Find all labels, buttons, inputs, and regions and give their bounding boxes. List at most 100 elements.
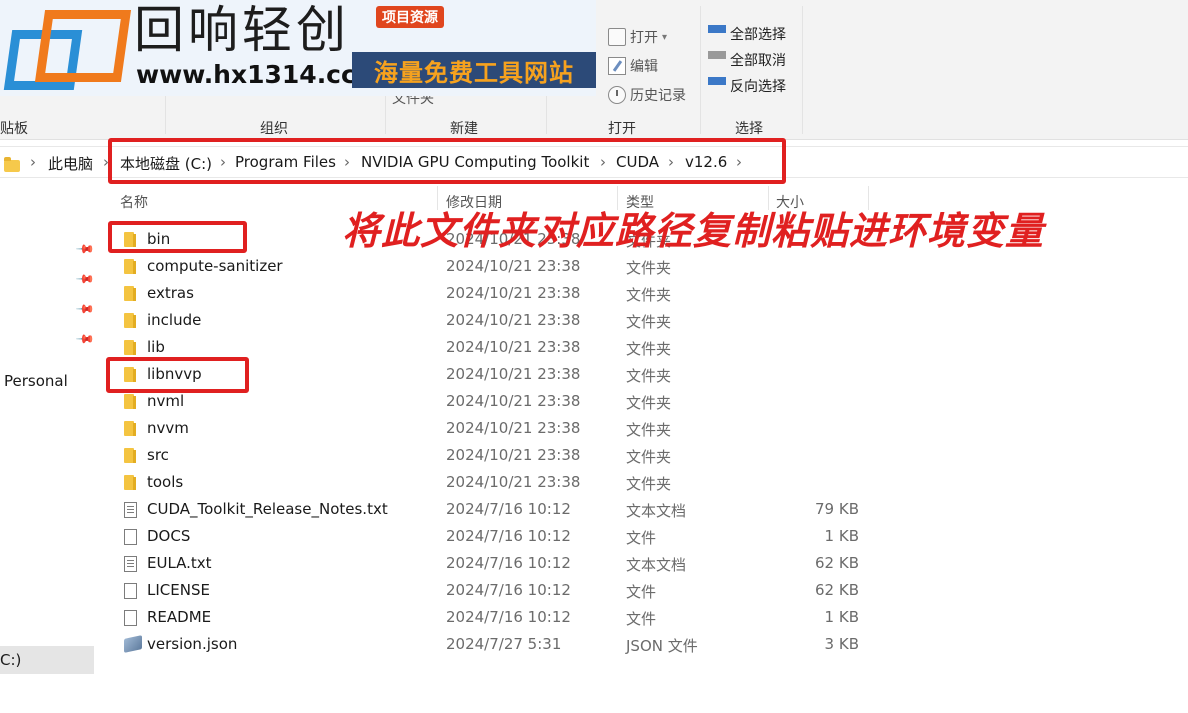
file-row[interactable]: nvml 2024/10/21 23:38 文件夹 xyxy=(110,388,890,415)
file-row[interactable]: CUDA_Toolkit_Release_Notes.txt 2024/7/16… xyxy=(110,496,890,523)
breadcrumb-version[interactable]: v12.6 xyxy=(685,153,727,171)
file-row[interactable]: tools 2024/10/21 23:38 文件夹 xyxy=(110,469,890,496)
file-type: 文件 xyxy=(626,610,657,628)
group-label-new: 新建 xyxy=(450,121,478,137)
group-label-open: 打开 xyxy=(608,121,636,137)
file-size: 79 KB xyxy=(815,500,859,518)
invert-selection-label: 反向选择 xyxy=(730,79,786,95)
file-row[interactable]: libnvvp 2024/10/21 23:38 文件夹 xyxy=(110,361,890,388)
file-row[interactable]: src 2024/10/21 23:38 文件夹 xyxy=(110,442,890,469)
file-date: 2024/10/21 23:38 xyxy=(446,473,581,491)
file-size: 62 KB xyxy=(815,581,859,599)
select-none-button[interactable]: 全部取消 xyxy=(708,48,786,72)
select-all-icon xyxy=(708,25,726,43)
chevron-right-icon[interactable]: › xyxy=(103,153,109,171)
chevron-right-icon[interactable]: › xyxy=(220,153,226,171)
file-name: LICENSE xyxy=(147,581,210,599)
file-row[interactable]: extras 2024/10/21 23:38 文件夹 xyxy=(110,280,890,307)
open-label: 打开 xyxy=(630,30,658,46)
folder-icon xyxy=(124,394,136,409)
invert-selection-icon xyxy=(708,77,726,95)
pin-icon[interactable]: 📌 xyxy=(75,269,95,289)
pin-icon[interactable]: 📌 xyxy=(75,239,95,259)
file-type: 文件夹 xyxy=(626,340,672,358)
file-row[interactable]: compute-sanitizer 2024/10/21 23:38 文件夹 xyxy=(110,253,890,280)
chevron-right-icon[interactable]: › xyxy=(736,153,742,171)
history-button[interactable]: 历史记录 xyxy=(608,83,686,107)
folder-icon xyxy=(4,157,20,176)
file-type: 文本文档 xyxy=(626,556,687,574)
history-icon xyxy=(608,86,626,104)
watermark-logo: 回响轻创 www.hx1314.cc 项目资源 海量免费工具网站 xyxy=(0,0,596,96)
history-label: 历史记录 xyxy=(630,88,686,104)
breadcrumb-nvidia-toolkit[interactable]: NVIDIA GPU Computing Toolkit xyxy=(361,153,589,171)
file-row[interactable]: include 2024/10/21 23:38 文件夹 xyxy=(110,307,890,334)
file-date: 2024/7/16 10:12 xyxy=(446,581,571,599)
file-name: README xyxy=(147,608,212,626)
file-date: 2024/7/16 10:12 xyxy=(446,554,571,572)
file-row[interactable]: EULA.txt 2024/7/16 10:12 文本文档 62 KB xyxy=(110,550,890,577)
pin-icon[interactable]: 📌 xyxy=(75,299,95,319)
select-all-button[interactable]: 全部选择 xyxy=(708,22,786,46)
file-row[interactable]: nvvm 2024/10/21 23:38 文件夹 xyxy=(110,415,890,442)
file-row[interactable]: lib 2024/10/21 23:38 文件夹 xyxy=(110,334,890,361)
column-header-name[interactable]: 名称 xyxy=(120,192,148,212)
folder-icon xyxy=(124,232,136,247)
file-name: libnvvp xyxy=(147,365,202,383)
file-date: 2024/10/21 23:38 xyxy=(446,257,581,275)
chevron-right-icon[interactable]: › xyxy=(344,153,350,171)
breadcrumb-program-files[interactable]: Program Files xyxy=(235,153,336,171)
select-none-icon xyxy=(708,51,726,69)
edit-button[interactable]: 编辑 xyxy=(608,54,658,78)
file-date: 2024/10/21 23:38 xyxy=(446,311,581,329)
file-date: 2024/7/27 5:31 xyxy=(446,635,562,653)
nav-item-personal[interactable]: Personal xyxy=(4,372,68,390)
chevron-right-icon: › xyxy=(30,153,36,171)
file-type: 文件夹 xyxy=(626,421,672,439)
file-type: 文件夹 xyxy=(626,313,672,331)
file-date: 2024/10/21 23:38 xyxy=(446,392,581,410)
nav-drive-label: C:) xyxy=(0,651,22,669)
group-label-select: 选择 xyxy=(735,121,763,137)
file-row[interactable]: version.json 2024/7/27 5:31 JSON 文件 3 KB xyxy=(110,631,890,658)
file-icon xyxy=(124,529,137,545)
group-label-clipboard: 剪贴板 xyxy=(0,121,28,137)
file-name: extras xyxy=(147,284,194,302)
group-label-organize: 组织 xyxy=(260,121,288,137)
breadcrumb-this-pc[interactable]: 此电脑 xyxy=(48,153,93,174)
breadcrumb-local-disk[interactable]: 本地磁盘 (C:) xyxy=(120,153,212,174)
select-none-label: 全部取消 xyxy=(730,53,786,69)
file-type: 文件 xyxy=(626,583,657,601)
open-icon xyxy=(608,28,626,46)
file-type: 文件夹 xyxy=(626,394,672,412)
pin-icon[interactable]: 📌 xyxy=(75,329,95,349)
nav-item-drive-c[interactable]: C:) xyxy=(0,646,94,674)
file-name: bin xyxy=(147,230,171,248)
file-type: 文件 xyxy=(626,529,657,547)
select-all-label: 全部选择 xyxy=(730,27,786,43)
file-row[interactable]: DOCS 2024/7/16 10:12 文件 1 KB xyxy=(110,523,890,550)
open-button[interactable]: 打开 ▾ xyxy=(608,25,667,49)
chevron-right-icon[interactable]: › xyxy=(668,153,674,171)
file-icon xyxy=(124,583,137,599)
file-size: 62 KB xyxy=(815,554,859,572)
json-file-icon xyxy=(124,635,142,653)
file-date: 2024/10/21 23:38 xyxy=(446,365,581,383)
chevron-right-icon[interactable]: › xyxy=(600,153,606,171)
folder-icon xyxy=(124,259,136,274)
file-date: 2024/7/16 10:12 xyxy=(446,608,571,626)
file-name: src xyxy=(147,446,169,464)
address-bar[interactable]: › 此电脑 › 本地磁盘 (C:) › Program Files › NVID… xyxy=(0,146,1188,178)
file-type: JSON 文件 xyxy=(626,637,698,655)
invert-selection-button[interactable]: 反向选择 xyxy=(708,74,786,98)
file-name: include xyxy=(147,311,202,329)
folder-icon xyxy=(124,475,136,490)
folder-icon xyxy=(124,448,136,463)
file-date: 2024/7/16 10:12 xyxy=(446,527,571,545)
file-size: 1 KB xyxy=(824,527,859,545)
text-file-icon xyxy=(124,556,137,572)
file-date: 2024/7/16 10:12 xyxy=(446,500,571,518)
file-row[interactable]: README 2024/7/16 10:12 文件 1 KB xyxy=(110,604,890,631)
breadcrumb-cuda[interactable]: CUDA xyxy=(616,153,659,171)
file-row[interactable]: LICENSE 2024/7/16 10:12 文件 62 KB xyxy=(110,577,890,604)
